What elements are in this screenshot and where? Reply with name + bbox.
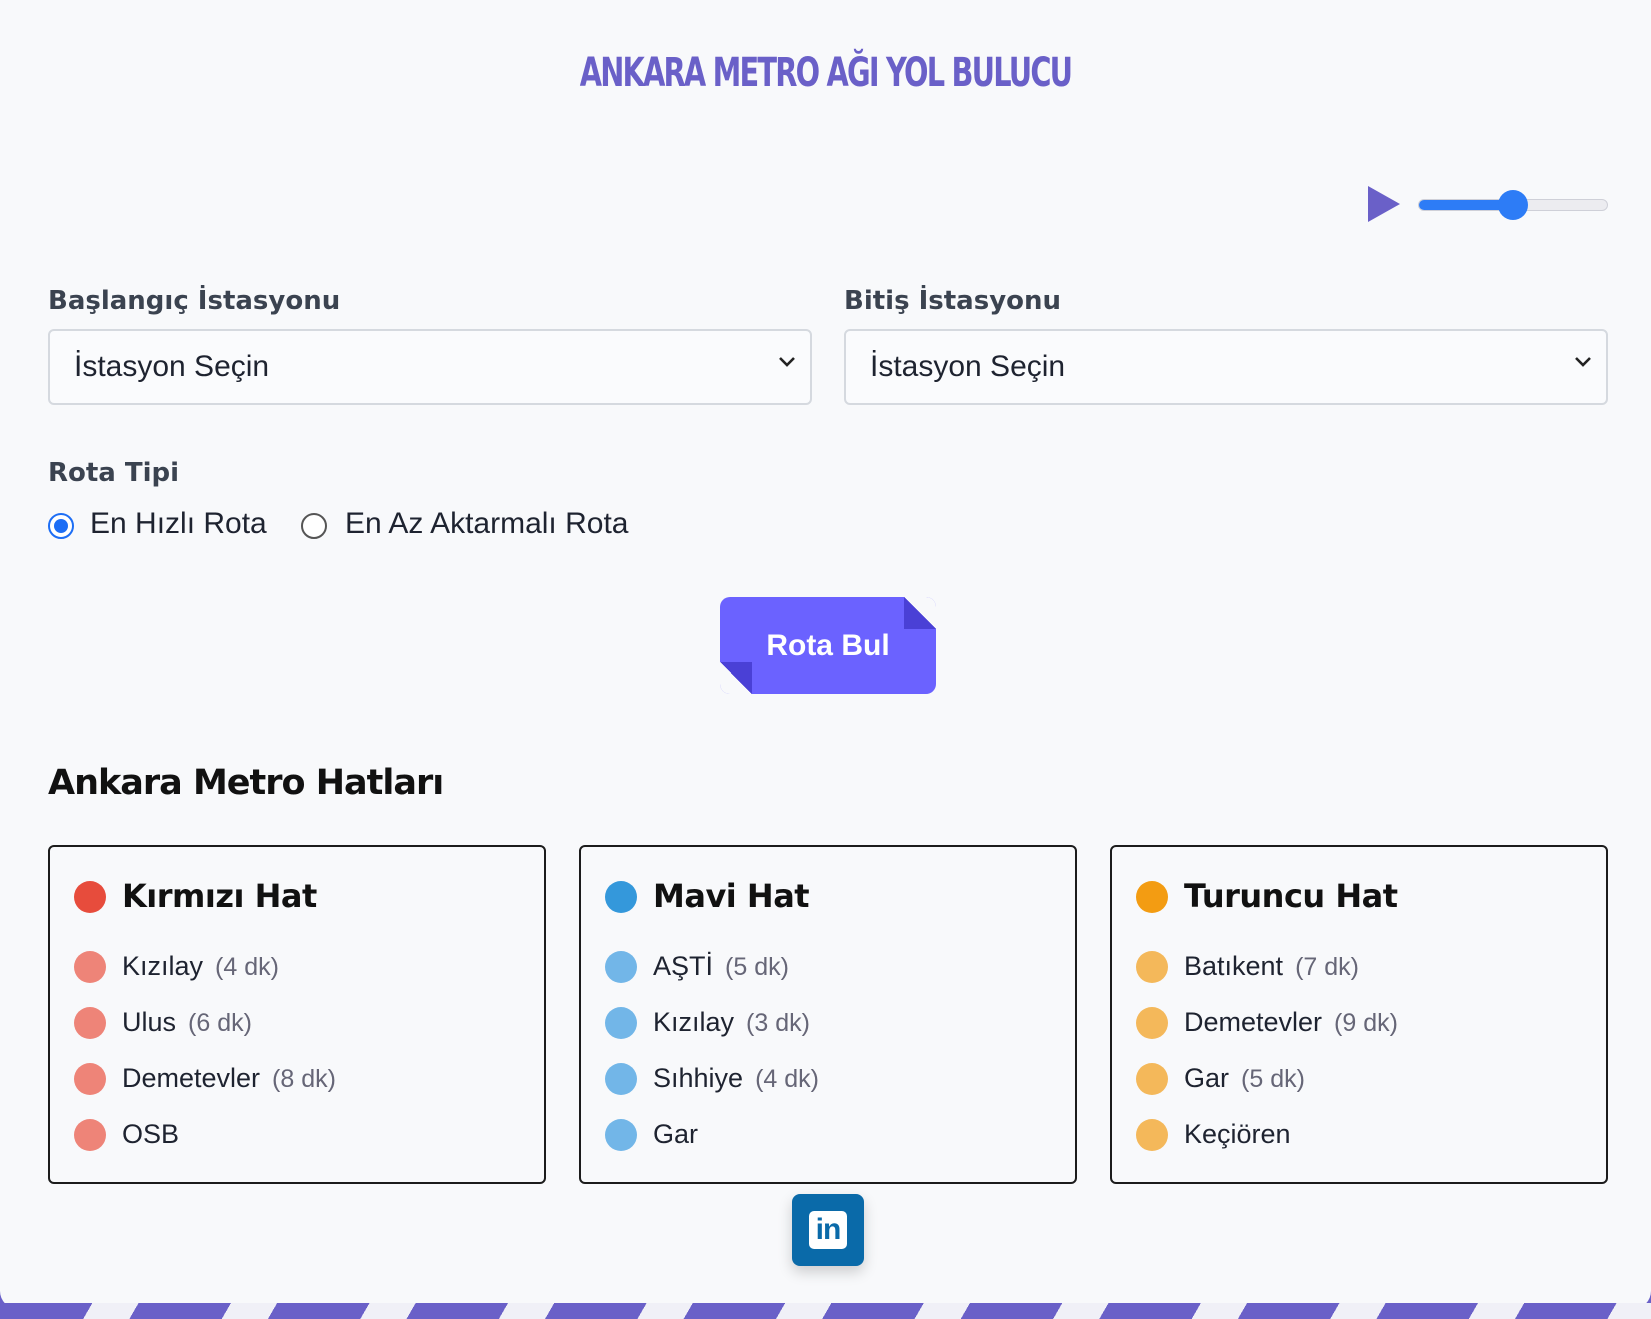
line-color-dot <box>605 881 637 913</box>
end-station-label: Bitiş İstasyonu <box>844 286 1062 316</box>
station-time: (7 dk) <box>1295 953 1359 981</box>
end-station-value: İstasyon Seçin <box>870 350 1066 383</box>
list-item: Batıkent (7 dk) <box>1136 947 1586 1003</box>
station-time: (3 dk) <box>746 1009 810 1037</box>
line-color-dot <box>74 881 106 913</box>
corner-fold <box>904 597 936 629</box>
list-item: Kızılay (4 dk) <box>74 947 524 1003</box>
chevron-down-icon <box>1575 357 1591 367</box>
find-route-button[interactable]: Rota Bul <box>720 597 936 694</box>
station-name: Batıkent <box>1184 951 1284 981</box>
line-name: Mavi Hat <box>653 877 810 915</box>
station-dot <box>1136 1063 1168 1095</box>
list-item: Sıhhiye (4 dk) <box>605 1059 1055 1115</box>
line-name: Turuncu Hat <box>1184 877 1398 915</box>
list-item: Kızılay (3 dk) <box>605 1003 1055 1059</box>
station-list: Batıkent (7 dk) Demetevler (9 dk) Gar (5 dk… <box>1136 947 1586 1171</box>
audio-player <box>1368 186 1608 224</box>
station-dot <box>74 951 106 983</box>
station-dot <box>74 1007 106 1039</box>
station-dot <box>1136 1007 1168 1039</box>
linkedin-icon: in <box>809 1211 847 1249</box>
line-color-dot <box>1136 881 1168 913</box>
volume-slider[interactable] <box>1418 190 1608 220</box>
station-name: Demetevler <box>122 1063 261 1093</box>
station-name: Ulus <box>122 1007 177 1037</box>
station-dot <box>605 1007 637 1039</box>
station-time: (6 dk) <box>188 1009 252 1037</box>
radio-fastest-label[interactable]: En Hızlı Rota <box>90 507 267 541</box>
station-name: Keçiören <box>1184 1119 1291 1149</box>
route-type-label: Rota Tipi <box>48 458 180 488</box>
station-name: Demetevler <box>1184 1007 1323 1037</box>
list-item: Gar <box>605 1115 1055 1171</box>
station-name: Gar <box>653 1119 699 1149</box>
station-dot <box>74 1119 106 1151</box>
volume-thumb[interactable] <box>1498 190 1528 220</box>
radio-least-transfer-label[interactable]: En Az Aktarmalı Rota <box>345 507 628 541</box>
station-time: (5 dk) <box>725 953 789 981</box>
station-time: (4 dk) <box>215 953 279 981</box>
station-time: (4 dk) <box>755 1065 819 1093</box>
app-card: ANKARA METRO AĞI YOL BULUCU Başlangıç İs… <box>0 0 1651 1309</box>
line-card-red: Kırmızı Hat Kızılay (4 dk) Ulus (6 dk) Dem… <box>48 845 546 1184</box>
end-station-select[interactable]: İstasyon Seçin <box>844 329 1608 405</box>
station-name: Gar <box>1184 1063 1230 1093</box>
station-name: AŞTİ <box>653 951 714 981</box>
start-station-select[interactable]: İstasyon Seçin <box>48 329 812 405</box>
linkedin-button[interactable]: in <box>792 1194 864 1266</box>
station-dot <box>1136 951 1168 983</box>
line-card-orange: Turuncu Hat Batıkent (7 dk) Demetevler (9 … <box>1110 845 1608 1184</box>
list-item: Gar (5 dk) <box>1136 1059 1586 1115</box>
start-station-value: İstasyon Seçin <box>74 350 270 383</box>
list-item: OSB <box>74 1115 524 1171</box>
play-icon[interactable] <box>1368 186 1400 222</box>
station-dot <box>605 951 637 983</box>
station-time: (5 dk) <box>1241 1065 1305 1093</box>
list-item: Demetevler (8 dk) <box>74 1059 524 1115</box>
list-item: Ulus (6 dk) <box>74 1003 524 1059</box>
radio-least-transfer[interactable] <box>301 513 327 539</box>
list-item: AŞTİ (5 dk) <box>605 947 1055 1003</box>
station-name: Kızılay <box>653 1007 735 1037</box>
station-dot <box>74 1063 106 1095</box>
page-title: ANKARA METRO AĞI YOL BULUCU <box>579 50 1073 96</box>
list-item: Demetevler (9 dk) <box>1136 1003 1586 1059</box>
station-list: Kızılay (4 dk) Ulus (6 dk) Demetevler (8 dk… <box>74 947 524 1171</box>
start-station-label: Başlangıç İstasyonu <box>48 286 341 316</box>
radio-fastest[interactable] <box>48 513 74 539</box>
decorative-stripes <box>0 1303 1651 1319</box>
lines-title: Ankara Metro Hatları <box>48 763 444 803</box>
chevron-down-icon <box>779 357 795 367</box>
corner-fold <box>720 662 752 694</box>
find-route-label: Rota Bul <box>766 628 890 662</box>
station-dot <box>605 1119 637 1151</box>
list-item: Keçiören <box>1136 1115 1586 1171</box>
station-dot <box>605 1063 637 1095</box>
station-name: Kızılay <box>122 951 204 981</box>
line-card-blue: Mavi Hat AŞTİ (5 dk) Kızılay (3 dk) Sıhhiy… <box>579 845 1077 1184</box>
station-time: (8 dk) <box>272 1065 336 1093</box>
station-list: AŞTİ (5 dk) Kızılay (3 dk) Sıhhiye (4 dk) G… <box>605 947 1055 1171</box>
station-name: OSB <box>122 1119 180 1149</box>
station-name: Sıhhiye <box>653 1063 744 1093</box>
station-time: (9 dk) <box>1334 1009 1398 1037</box>
line-name: Kırmızı Hat <box>122 877 317 915</box>
station-dot <box>1136 1119 1168 1151</box>
